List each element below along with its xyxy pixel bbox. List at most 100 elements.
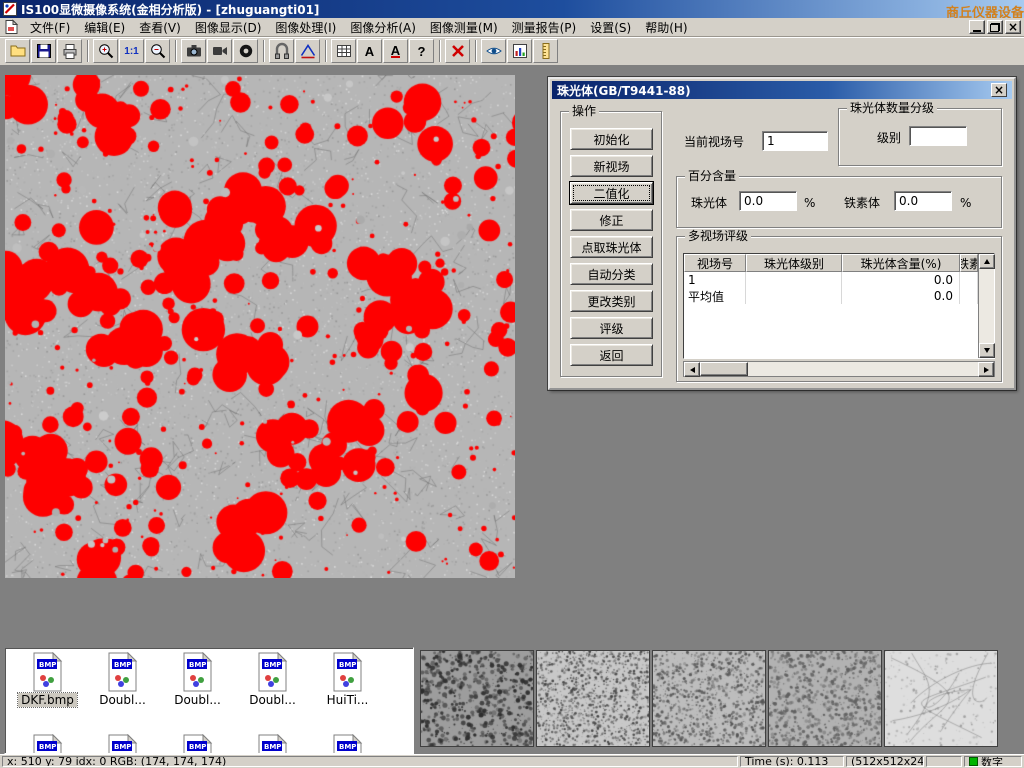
scroll-left-button[interactable] [684,362,700,377]
print-button[interactable] [57,39,82,63]
cell-field: 1 [684,272,746,288]
operations-group: 操作 初始化 新视场 二值化 修正 点取珠光体 自动分类 更改类别 评级 返回 [560,111,662,377]
file-item[interactable]: BMP Doubl... [235,652,310,707]
init-button[interactable]: 初始化 [570,128,653,150]
auto-classify-button[interactable]: 自动分类 [570,263,653,285]
current-field-input[interactable]: 1 [762,131,828,151]
menu-bar: 文件(F) 编辑(E) 查看(V) 图像显示(D) 图像处理(I) 图像分析(A… [0,18,1024,37]
caliper-button[interactable] [269,39,294,63]
svg-text:BMP: BMP [39,661,56,669]
menu-image-analysis[interactable]: 图像分析(A) [343,18,423,37]
current-field-value: 1 [767,134,775,148]
minimize-button[interactable] [969,20,985,34]
file-item[interactable]: BMP [235,734,310,754]
file-item[interactable]: BMP Doubl... [160,652,235,707]
file-item[interactable]: BMP [10,734,85,754]
bmp-file-icon: BMP [256,734,289,754]
video-button[interactable] [207,39,232,63]
thumbnail-5[interactable] [884,650,998,747]
table-row[interactable]: 1 0.0 [684,272,978,288]
new-field-button[interactable]: 新视场 [570,155,653,177]
header-field[interactable]: 视场号 [684,254,746,272]
measure-button[interactable] [295,39,320,63]
scrollbar-track[interactable] [748,362,978,376]
scrollbar-thumb[interactable] [700,362,748,376]
header-content[interactable]: 珠光体含量(%) [842,254,960,272]
grid-button[interactable] [331,39,356,63]
actual-size-icon: 1:1 [124,45,138,58]
file-item[interactable]: BMP DKF.bmp [10,652,85,707]
vertical-scrollbar[interactable] [978,254,994,358]
cell-level [746,288,842,304]
scroll-down-button[interactable] [979,343,995,358]
document-icon[interactable] [3,19,19,35]
file-item[interactable]: BMP [310,734,385,754]
ferrite-input[interactable]: 0.0 [894,191,952,211]
text-button[interactable]: A [357,39,382,63]
ruler-button[interactable] [533,39,558,63]
menu-help[interactable]: 帮助(H) [638,18,694,37]
title-bar[interactable]: IS100显微摄像系统(金相分析版) - [zhuguangti01] 商丘仪器… [0,0,1024,18]
cursor-position-text: x: 510 y: 79 idx: 0 RGB: (174, 174, 174) [7,756,226,767]
time-text: Time (s): 0.113 [745,756,828,767]
file-item[interactable]: BMP [160,734,235,754]
rate-button[interactable]: 评级 [570,317,653,339]
actual-size-button[interactable]: 1:1 [119,39,144,63]
menu-edit[interactable]: 编辑(E) [77,18,132,37]
menu-image-processing[interactable]: 图像处理(I) [268,18,343,37]
cell-content: 0.0 [842,288,960,304]
thumbnail-1[interactable] [420,650,534,747]
restore-button[interactable] [987,20,1003,34]
micrograph-canvas[interactable] [5,75,515,578]
toolbar-separator [175,40,177,62]
scroll-right-button[interactable] [978,362,994,377]
grid-icon [335,42,353,60]
header-level[interactable]: 珠光体级别 [746,254,842,272]
menu-measure-report[interactable]: 测量报告(P) [505,18,584,37]
capture-button[interactable] [233,39,258,63]
dialog-close-button[interactable] [991,83,1007,97]
pick-pearlite-button[interactable]: 点取珠光体 [570,236,653,258]
cut-button[interactable] [445,39,470,63]
chart-button[interactable] [507,39,532,63]
thumbnail-2[interactable] [536,650,650,747]
menu-view[interactable]: 查看(V) [132,18,188,37]
header-ferrite[interactable]: 铁素 [960,254,978,272]
cell-level [746,272,842,288]
binarize-button[interactable]: 二值化 [570,182,653,204]
scroll-up-button[interactable] [979,254,995,269]
return-button[interactable]: 返回 [570,344,653,366]
thumbnail-4[interactable] [768,650,882,747]
camera-button[interactable] [181,39,206,63]
menu-image-measure[interactable]: 图像测量(M) [423,18,505,37]
bmp-file-icon: BMP [31,652,64,692]
table-row[interactable]: 平均值 0.0 [684,288,978,304]
level-input[interactable] [909,126,967,146]
zoom-in-button[interactable] [93,39,118,63]
correct-button[interactable]: 修正 [570,209,653,231]
menu-settings[interactable]: 设置(S) [583,18,638,37]
eye-button[interactable] [481,39,506,63]
close-button[interactable] [1005,20,1021,34]
horizontal-scrollbar[interactable] [683,361,995,377]
blank-panel [926,756,962,767]
zoom-out-button[interactable] [145,39,170,63]
open-icon [9,42,27,60]
save-button[interactable] [31,39,56,63]
dialog-title-bar[interactable]: 珠光体(GB/T9441-88) [552,81,1012,99]
change-class-button[interactable]: 更改类别 [570,290,653,312]
help-button[interactable]: ? [409,39,434,63]
file-item[interactable]: BMP HuiTi... [310,652,385,707]
file-name: DKF.bmp [18,693,77,707]
grading-group-label: 珠光体数量分级 [847,101,937,116]
menu-image-display[interactable]: 图像显示(D) [188,18,269,37]
angle-button[interactable]: A [383,39,408,63]
file-item[interactable]: BMP Doubl... [85,652,160,707]
menu-file[interactable]: 文件(F) [23,18,77,37]
multifield-table[interactable]: 视场号 珠光体级别 珠光体含量(%) 铁素 1 0.0 平均值 0 [683,253,995,359]
video-icon [211,42,229,60]
file-item[interactable]: BMP [85,734,160,754]
thumbnail-3[interactable] [652,650,766,747]
pearlite-input[interactable]: 0.0 [739,191,797,211]
open-button[interactable] [5,39,30,63]
